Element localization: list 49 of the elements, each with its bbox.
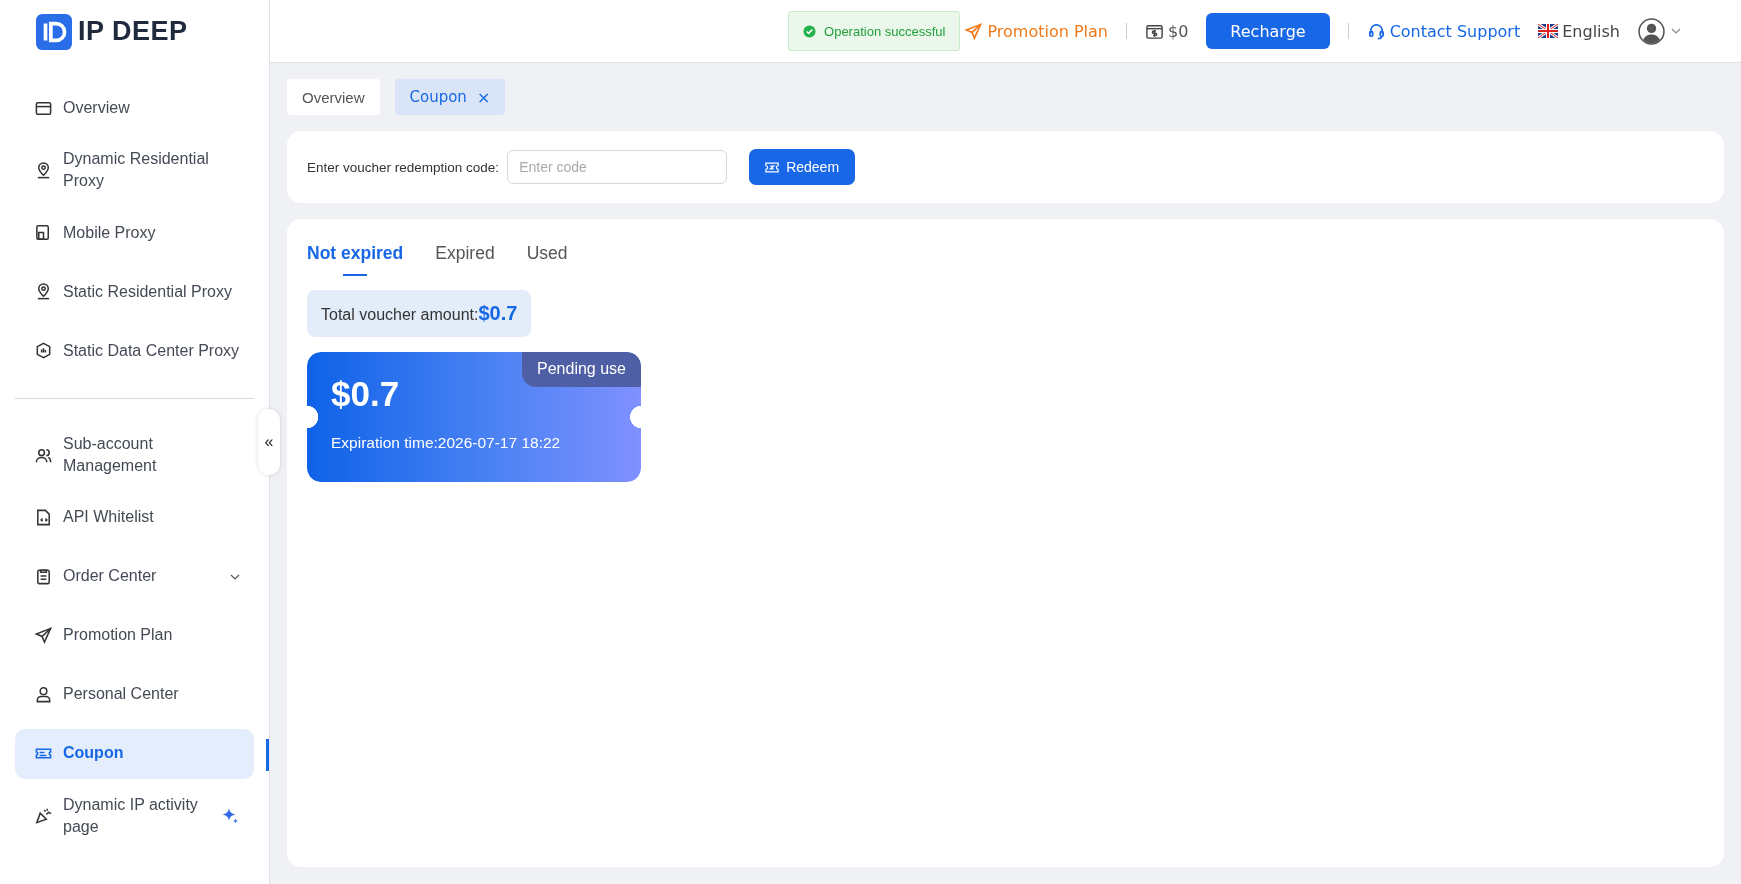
sidebar-item[interactable]: Personal Center — [15, 669, 254, 720]
balance-amount: $0 — [1168, 21, 1189, 41]
paper-plane-icon — [34, 626, 53, 646]
voucher-expiration: Expiration time:2026-07-17 18:22 — [331, 434, 562, 452]
brand-name: IP DEEP — [78, 16, 188, 47]
party-popper-icon — [34, 806, 53, 826]
clipboard-icon — [34, 567, 53, 587]
language-selector[interactable]: English — [1538, 21, 1620, 41]
chevron-down-icon — [230, 573, 240, 580]
active-indicator — [266, 738, 269, 771]
shield-chart-icon — [34, 341, 53, 361]
sidebar-item[interactable]: API Whitelist — [15, 492, 254, 543]
voucher-tab[interactable]: Not expired — [307, 239, 404, 276]
voucher-tab[interactable]: Expired — [435, 239, 495, 276]
person-icon — [34, 685, 53, 705]
paper-plane-icon — [964, 21, 984, 41]
sidebar-item[interactable]: Overview — [15, 83, 254, 133]
total-amount-label: Total voucher amount: — [321, 306, 479, 324]
sidebar-item[interactable]: Static Data Center Proxy — [15, 325, 254, 376]
close-tab-button[interactable]: × — [476, 87, 491, 107]
voucher-amount: $0.7 — [331, 374, 401, 414]
sidebar-item[interactable]: Dynamic IP activity page — [15, 787, 254, 845]
page-tab[interactable]: Overview — [287, 79, 380, 115]
headset-icon — [1366, 21, 1386, 41]
logo-icon — [36, 13, 72, 50]
page-tab[interactable]: Coupon × — [394, 79, 506, 115]
sidebar-item[interactable]: Static Residential Proxy — [15, 266, 254, 317]
account-menu[interactable] — [1638, 17, 1681, 45]
total-amount-value: $0.7 — [478, 302, 518, 325]
sidebar-item[interactable]: Order Center — [15, 551, 254, 602]
file-code-icon — [34, 508, 53, 528]
sidebar-item[interactable]: Mobile Proxy — [15, 207, 254, 258]
check-circle-icon — [803, 24, 817, 38]
ticket-icon — [765, 161, 780, 173]
toast-message: Operation successful — [824, 23, 946, 39]
chevron-down-icon — [1671, 28, 1681, 34]
sidebar-item[interactable]: Sub-account Management — [15, 426, 254, 484]
sidebar-item[interactable]: Promotion Plan — [15, 610, 254, 661]
recharge-button[interactable]: Recharge — [1206, 13, 1330, 49]
voucher-status-badge: Pending use — [522, 352, 641, 387]
sidebar-item[interactable]: Dynamic Residential Proxy — [15, 142, 254, 199]
redeem-code-field[interactable]: Enter code — [507, 150, 728, 184]
redeem-button[interactable]: Redeem — [749, 149, 856, 185]
contact-support-link[interactable]: Contact Support — [1366, 21, 1521, 41]
redeem-code-label: Enter voucher redemption code: — [307, 159, 500, 175]
voucher-tab[interactable]: Used — [526, 239, 568, 276]
collapse-sidebar-button[interactable]: « — [258, 409, 280, 475]
avatar-icon — [1638, 17, 1665, 45]
flag-icon — [1538, 24, 1559, 38]
